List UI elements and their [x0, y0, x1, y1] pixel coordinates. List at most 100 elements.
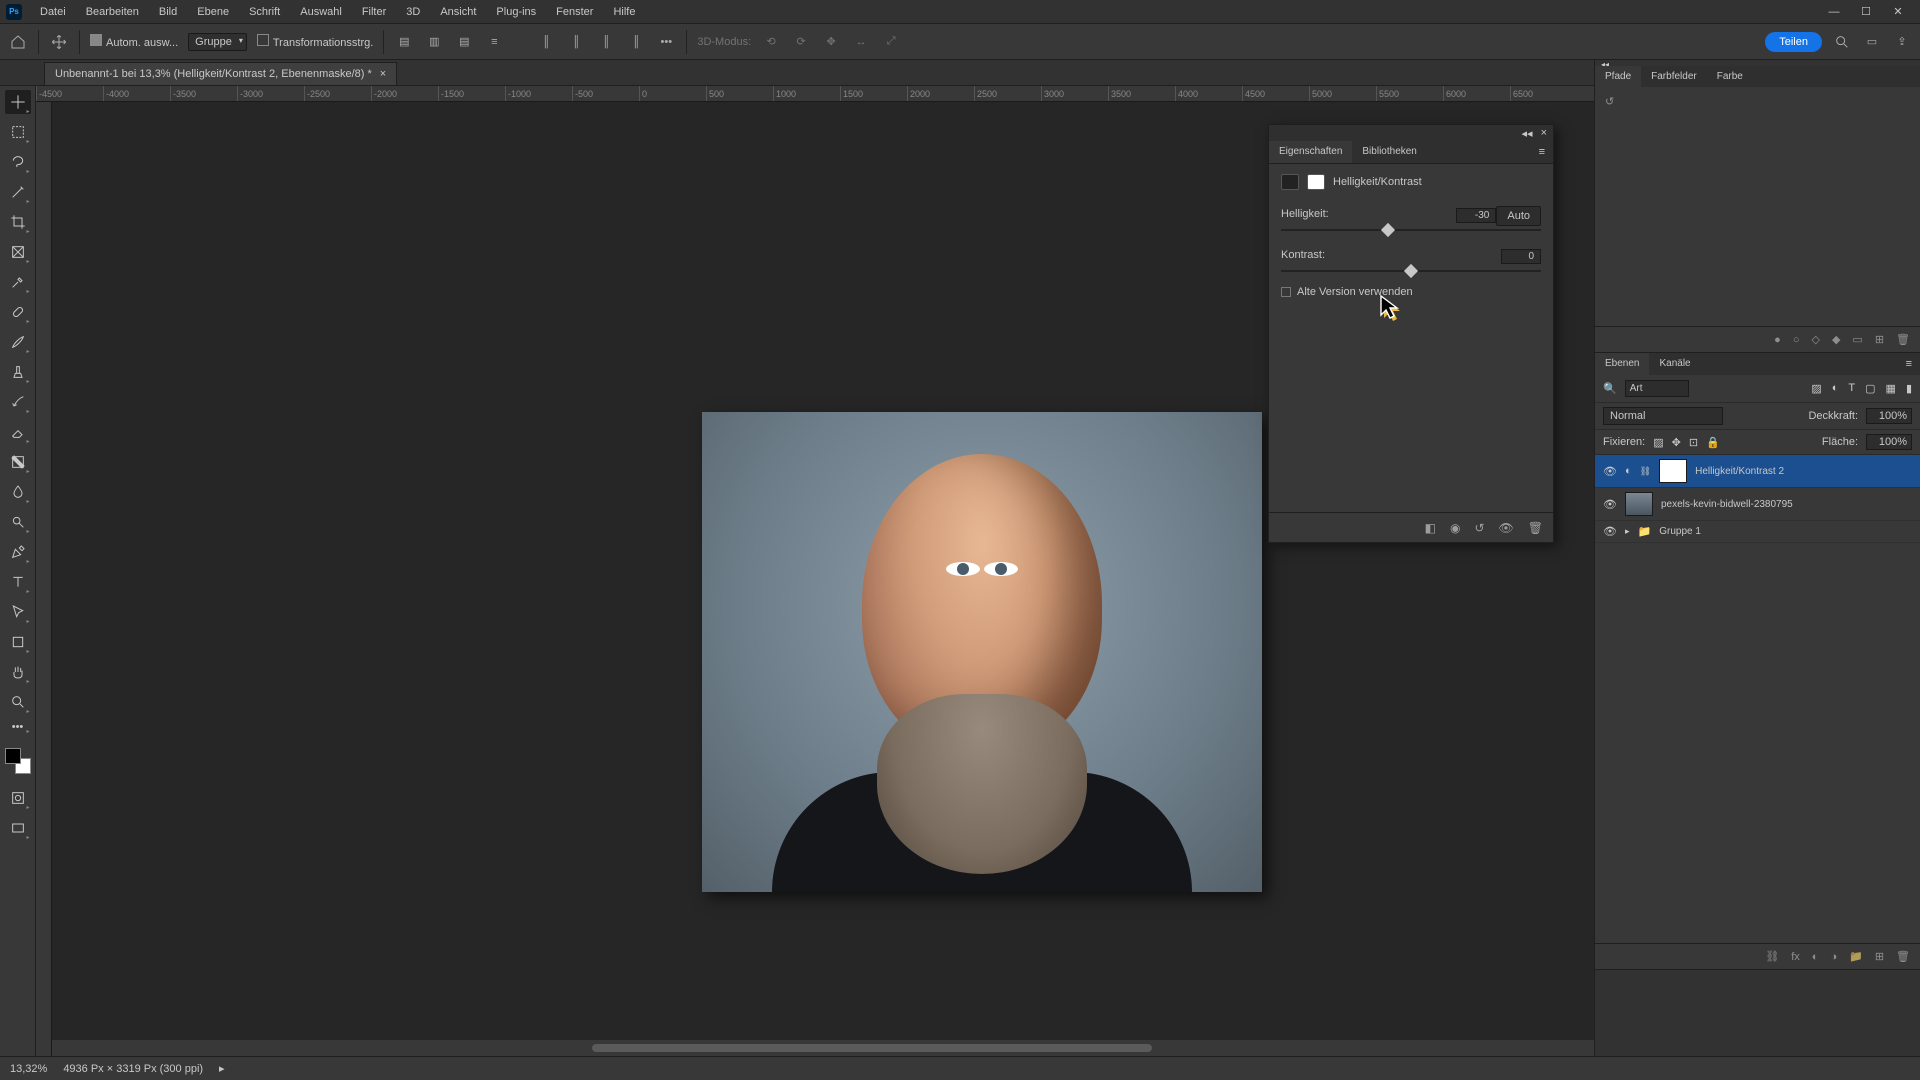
fill-path-icon[interactable]: ● — [1774, 334, 1781, 346]
visibility-toggle-icon[interactable]: 👁 — [1603, 498, 1617, 511]
healing-tool[interactable] — [5, 300, 31, 324]
filter-adjust-icon[interactable]: ◐ — [1832, 382, 1839, 395]
image-thumbnail[interactable] — [1625, 492, 1653, 516]
layer-name[interactable]: Gruppe 1 — [1659, 526, 1701, 537]
clip-to-layer-icon[interactable]: ◧ — [1425, 521, 1436, 535]
tab-ebenen[interactable]: Ebenen — [1595, 353, 1649, 375]
layers-menu-icon[interactable]: ≡ — [1898, 353, 1920, 375]
export-icon[interactable]: ⇪ — [1892, 32, 1912, 52]
layers-body-spacer[interactable] — [1595, 543, 1920, 943]
menu-plugins[interactable]: Plug-ins — [486, 0, 546, 23]
menu-schrift[interactable]: Schrift — [239, 0, 290, 23]
hand-tool[interactable] — [5, 660, 31, 684]
layer-row-image[interactable]: 👁 pexels-kevin-bidwell-2380795 — [1595, 488, 1920, 521]
align-center-v-icon[interactable]: ║ — [566, 32, 586, 52]
brightness-value[interactable]: -30 — [1456, 208, 1496, 223]
layer-row-group[interactable]: 👁 ▸ 📁 Gruppe 1 — [1595, 521, 1920, 543]
minimize-button[interactable]: — — [1818, 0, 1850, 24]
dodge-tool[interactable] — [5, 510, 31, 534]
transform-controls-checkbox[interactable]: Transformationsstrg. — [257, 34, 373, 49]
tab-kanaele[interactable]: Kanäle — [1649, 353, 1700, 375]
move-tool[interactable] — [5, 90, 31, 114]
layer-row-adjustment[interactable]: 👁 ◐ ⛓ Helligkeit/Kontrast 2 — [1595, 455, 1920, 488]
collapse-panel-icon[interactable]: ◂◂ — [1522, 127, 1533, 140]
link-layers-icon[interactable]: ⛓ — [1765, 950, 1779, 963]
align-top-icon[interactable]: ║ — [536, 32, 556, 52]
adjustment-thumb-icon[interactable]: ◐ — [1625, 465, 1632, 477]
align-center-h-icon[interactable]: ▥ — [424, 32, 444, 52]
paths-body[interactable] — [1595, 116, 1920, 326]
new-path-icon[interactable]: ⊞ — [1875, 333, 1884, 346]
type-tool[interactable] — [5, 570, 31, 594]
layer-name[interactable]: Helligkeit/Kontrast 2 — [1695, 466, 1784, 477]
blur-tool[interactable] — [5, 480, 31, 504]
marquee-tool[interactable] — [5, 120, 31, 144]
fill-value[interactable]: 100% — [1866, 434, 1912, 450]
quickmask-icon[interactable] — [5, 786, 31, 810]
shape-tool[interactable] — [5, 630, 31, 654]
menu-ansicht[interactable]: Ansicht — [430, 0, 486, 23]
filter-smart-icon[interactable]: ▦ — [1886, 382, 1896, 395]
horizontal-scrollbar[interactable] — [52, 1040, 1594, 1056]
document-image[interactable] — [702, 412, 1262, 892]
mask-path-icon[interactable]: ▭ — [1852, 333, 1862, 346]
filter-toggle-icon[interactable]: ▮ — [1906, 382, 1912, 395]
document-info[interactable]: 4936 Px × 3319 Px (300 ppi) — [63, 1063, 203, 1075]
crop-tool[interactable] — [5, 210, 31, 234]
brightness-handle[interactable] — [1381, 223, 1395, 237]
panel-menu-icon[interactable]: ≡ — [1531, 141, 1553, 163]
path-select-tool[interactable] — [5, 600, 31, 624]
screenmode-icon[interactable] — [5, 816, 31, 840]
search-icon[interactable] — [1832, 32, 1852, 52]
delete-path-icon[interactable]: 🗑 — [1896, 333, 1910, 346]
distribute-v-icon[interactable]: ║ — [626, 32, 646, 52]
toggle-visibility-icon[interactable]: 👁 — [1499, 521, 1514, 535]
tab-farbe[interactable]: Farbe — [1707, 66, 1753, 87]
close-tab-icon[interactable]: × — [380, 68, 386, 80]
path-to-selection-icon[interactable]: ◇ — [1811, 333, 1819, 346]
menu-hilfe[interactable]: Hilfe — [603, 0, 645, 23]
document-tab[interactable]: Unbenannt-1 bei 13,3% (Helligkeit/Kontra… — [44, 62, 397, 85]
menu-3d[interactable]: 3D — [396, 0, 430, 23]
filter-pixel-icon[interactable]: ▨ — [1811, 382, 1821, 395]
mask-thumbnail[interactable] — [1659, 459, 1687, 483]
lasso-tool[interactable] — [5, 150, 31, 174]
history-brush-tool[interactable] — [5, 390, 31, 414]
tab-eigenschaften[interactable]: Eigenschaften — [1269, 141, 1352, 163]
expand-group-icon[interactable]: ▸ — [1625, 526, 1630, 537]
zoom-tool[interactable] — [5, 690, 31, 714]
auto-button[interactable]: Auto — [1496, 206, 1541, 226]
contrast-value[interactable]: 0 — [1501, 249, 1541, 264]
menu-ebene[interactable]: Ebene — [187, 0, 239, 23]
lock-pixels-icon[interactable]: ▨ — [1653, 436, 1663, 449]
layer-name[interactable]: pexels-kevin-bidwell-2380795 — [1661, 499, 1793, 510]
wand-tool[interactable] — [5, 180, 31, 204]
make-workpath-icon[interactable]: ◆ — [1832, 333, 1840, 346]
lock-all-icon[interactable]: 🔒 — [1706, 436, 1720, 449]
pen-tool[interactable] — [5, 540, 31, 564]
edit-toolbar-icon[interactable]: ••• — [5, 720, 31, 734]
tab-pfade[interactable]: Pfade — [1595, 66, 1641, 87]
contrast-slider[interactable] — [1281, 270, 1541, 272]
view-previous-icon[interactable]: ◉ — [1450, 521, 1460, 535]
filter-shape-icon[interactable]: ▢ — [1865, 382, 1875, 395]
lock-artboard-icon[interactable]: ⊡ — [1689, 436, 1698, 449]
stamp-tool[interactable] — [5, 360, 31, 384]
brush-tool[interactable] — [5, 330, 31, 354]
menu-auswahl[interactable]: Auswahl — [290, 0, 352, 23]
gradient-tool[interactable] — [5, 450, 31, 474]
align-right-icon[interactable]: ▤ — [454, 32, 474, 52]
fg-color-swatch[interactable] — [5, 748, 21, 764]
layer-fx-icon[interactable]: fx — [1791, 951, 1800, 963]
filter-kind-select[interactable]: Art — [1625, 380, 1689, 397]
color-swatch[interactable] — [5, 748, 31, 774]
reset-icon[interactable]: ↺ — [1474, 521, 1484, 535]
share-button[interactable]: Teilen — [1765, 32, 1822, 52]
delete-adjustment-icon[interactable]: 🗑 — [1528, 521, 1543, 535]
eyedropper-tool[interactable] — [5, 270, 31, 294]
new-group-icon[interactable]: 📁 — [1849, 950, 1863, 963]
menu-datei[interactable]: Datei — [30, 0, 76, 23]
distribute-h-icon[interactable]: ≡ — [484, 32, 504, 52]
close-button[interactable]: ✕ — [1882, 0, 1914, 24]
info-expand-icon[interactable]: ▸ — [219, 1062, 225, 1075]
